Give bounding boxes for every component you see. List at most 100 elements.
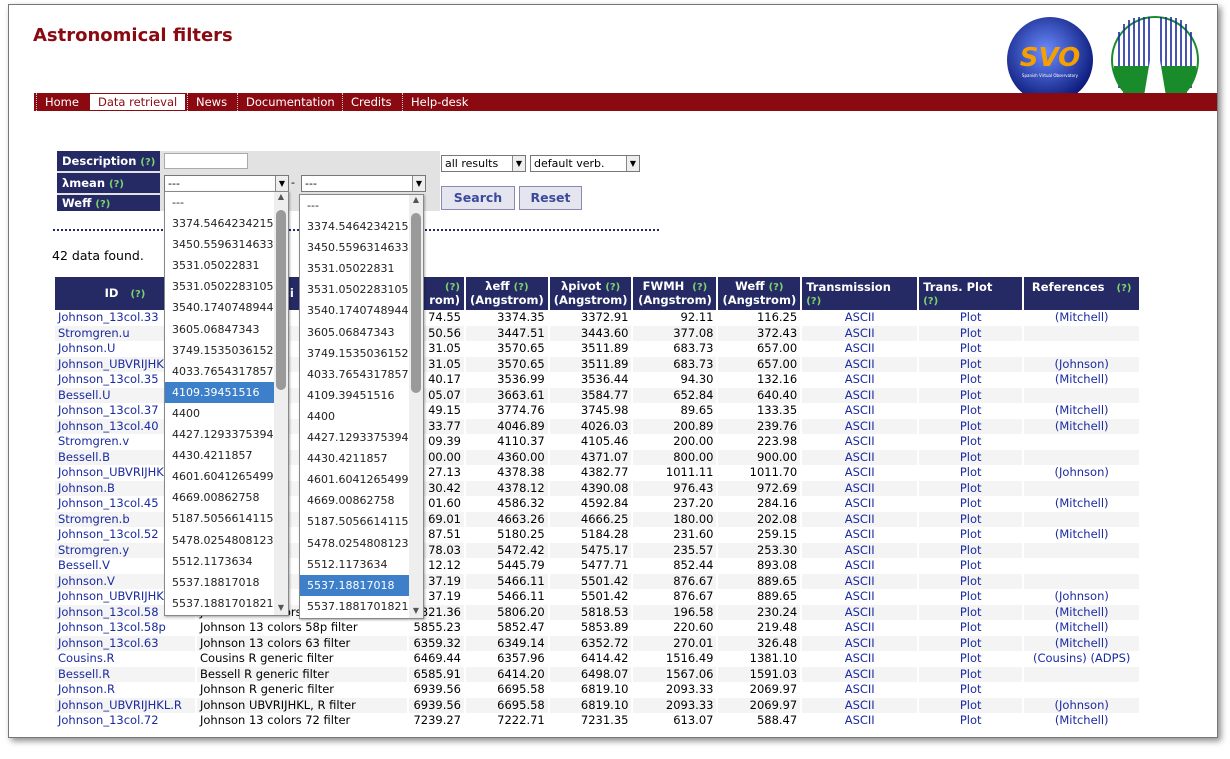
ascii-link[interactable]: ASCII	[802, 713, 917, 729]
ascii-link[interactable]: ASCII	[802, 635, 918, 651]
reference-link[interactable]: (Mitchell)	[1024, 372, 1139, 388]
plot-link[interactable]: Plot	[919, 341, 1022, 357]
ascii-link[interactable]: ASCII	[802, 310, 917, 326]
dropdown-option[interactable]: 4669.00862758	[165, 487, 288, 508]
plot-link[interactable]: Plot	[919, 620, 1022, 636]
svo-logo[interactable]: SVO Spanish Virtual Observatory	[1005, 10, 1201, 107]
dropdown-option[interactable]: 5478.0254808123	[300, 533, 423, 554]
dropdown-option[interactable]: 3749.1535036152	[300, 343, 423, 364]
filter-id-link[interactable]: Johnson.R	[55, 682, 195, 698]
dropdown-option[interactable]: 5512.1173634	[165, 551, 288, 572]
plot-link[interactable]: Plot	[919, 682, 1022, 698]
reference-link[interactable]	[1024, 573, 1140, 589]
dropdown-option[interactable]: 5512.1173634	[300, 554, 423, 575]
nav-data-retrieval[interactable]: Data retrieval	[89, 93, 187, 111]
filter-id-link[interactable]: Johnson_13col.72	[55, 713, 195, 729]
results-count-select[interactable]: all results ▼	[441, 155, 526, 172]
plot-link[interactable]: Plot	[919, 604, 1023, 620]
reference-link[interactable]: (Mitchell)	[1024, 310, 1139, 326]
plot-link[interactable]: Plot	[919, 527, 1022, 543]
dropdown-option[interactable]: 4601.6041265499	[165, 466, 288, 487]
dropdown-option[interactable]: 4601.6041265499	[300, 469, 423, 490]
filter-id-link[interactable]: Cousins.R	[55, 651, 195, 667]
reference-link[interactable]	[1024, 558, 1139, 574]
plot-link[interactable]: Plot	[919, 434, 1022, 450]
reference-link[interactable]	[1024, 434, 1139, 450]
help-link[interactable]: (?)	[109, 179, 124, 190]
dropdown-option[interactable]: 5537.1881701821	[300, 596, 423, 617]
ascii-link[interactable]: ASCII	[802, 465, 917, 481]
plot-link[interactable]: Plot	[919, 310, 1022, 326]
dropdown-option[interactable]: 3749.1535036152	[165, 340, 288, 361]
verbosity-select[interactable]: default verb. ▼	[530, 155, 640, 172]
plot-link[interactable]: Plot	[919, 589, 1022, 605]
plot-link[interactable]: Plot	[919, 372, 1022, 388]
lambda-min-dropdown[interactable]: --- 3374.5464234215 3450.5596314633 3531.05…	[164, 191, 289, 616]
dropdown-option[interactable]: 4427.1293375394	[300, 427, 423, 448]
ascii-link[interactable]: ASCII	[802, 480, 918, 496]
dropdown-option[interactable]: 4427.1293375394	[165, 424, 288, 445]
dropdown-option[interactable]: 3531.05022831	[165, 255, 288, 276]
dropdown-option[interactable]: 5187.5056614115	[300, 511, 423, 532]
plot-link[interactable]: Plot	[919, 666, 1023, 682]
nav-documentation[interactable]: Documentation	[237, 93, 343, 111]
reference-link[interactable]: (Johnson)	[1024, 356, 1140, 372]
dropdown-option[interactable]: ---	[300, 195, 423, 216]
ascii-link[interactable]: ASCII	[802, 558, 917, 574]
reference-link[interactable]: (Mitchell)	[1024, 418, 1140, 434]
plot-link[interactable]: Plot	[919, 573, 1023, 589]
filter-id-link[interactable]: Johnson_UBVRIJHKL.R	[55, 697, 195, 713]
reference-link[interactable]	[1024, 325, 1140, 341]
plot-link[interactable]: Plot	[919, 418, 1023, 434]
ascii-link[interactable]: ASCII	[802, 682, 917, 698]
ascii-link[interactable]: ASCII	[802, 573, 918, 589]
dropdown-option[interactable]: 3450.5596314633	[165, 234, 288, 255]
reference-link[interactable]: (Johnson)	[1024, 589, 1139, 605]
reference-link[interactable]: (Mitchell)	[1024, 527, 1139, 543]
scroll-down-icon[interactable]: ▼	[409, 606, 423, 618]
ascii-link[interactable]: ASCII	[802, 356, 918, 372]
dropdown-option[interactable]: 3540.1740748944	[300, 300, 423, 321]
reference-link[interactable]	[1024, 666, 1140, 682]
ascii-link[interactable]: ASCII	[802, 589, 917, 605]
dropdown-option[interactable]: 4033.7654317857	[300, 364, 423, 385]
ascii-link[interactable]: ASCII	[802, 511, 918, 527]
plot-link[interactable]: Plot	[919, 511, 1023, 527]
plot-link[interactable]: Plot	[919, 635, 1023, 651]
ascii-link[interactable]: ASCII	[802, 434, 917, 450]
help-link[interactable]: (?)	[140, 157, 155, 168]
lambda-max-dropdown[interactable]: --- 3374.5464234215 3450.5596314633 3531.05…	[299, 194, 424, 619]
reference-link[interactable]: (Mitchell)	[1024, 403, 1139, 419]
ascii-link[interactable]: ASCII	[802, 651, 917, 667]
ascii-link[interactable]: ASCII	[802, 542, 918, 558]
dropdown-option[interactable]: 5478.0254808123	[165, 530, 288, 551]
scroll-down-icon[interactable]: ▼	[274, 603, 288, 615]
plot-link[interactable]: Plot	[919, 496, 1022, 512]
nav-news[interactable]: News	[187, 93, 235, 111]
nav-home[interactable]: Home	[36, 93, 87, 111]
ascii-link[interactable]: ASCII	[802, 325, 918, 341]
ascii-link[interactable]: ASCII	[802, 341, 917, 357]
ascii-link[interactable]: ASCII	[802, 387, 918, 403]
filter-id-link[interactable]: Johnson_13col.58p	[55, 620, 195, 636]
reference-link[interactable]: (Mitchell)	[1024, 620, 1139, 636]
dropdown-option[interactable]: 5537.1881701821	[165, 593, 288, 614]
reference-link[interactable]: (Johnson)	[1024, 465, 1139, 481]
scrollbar-thumb[interactable]	[411, 213, 421, 393]
ascii-link[interactable]: ASCII	[802, 697, 918, 713]
search-button[interactable]: Search	[441, 186, 515, 210]
plot-link[interactable]: Plot	[919, 651, 1022, 667]
scroll-up-icon[interactable]: ▲	[274, 192, 288, 204]
reference-link[interactable]: (Cousins) (ADPS)	[1024, 651, 1139, 667]
filter-id-link[interactable]: Bessell.R	[55, 666, 195, 682]
ascii-link[interactable]: ASCII	[802, 449, 918, 465]
reference-link[interactable]	[1024, 511, 1140, 527]
plot-link[interactable]: Plot	[919, 480, 1023, 496]
dropdown-option[interactable]: 3374.5464234215	[300, 216, 423, 237]
dropdown-option[interactable]: 4033.7654317857	[165, 361, 288, 382]
dropdown-option[interactable]: 3450.5596314633	[300, 237, 423, 258]
dropdown-option[interactable]: 4430.4211857	[300, 448, 423, 469]
reference-link[interactable]: (Mitchell)	[1024, 635, 1140, 651]
ascii-link[interactable]: ASCII	[802, 418, 918, 434]
dropdown-option[interactable]: ---	[165, 192, 288, 213]
